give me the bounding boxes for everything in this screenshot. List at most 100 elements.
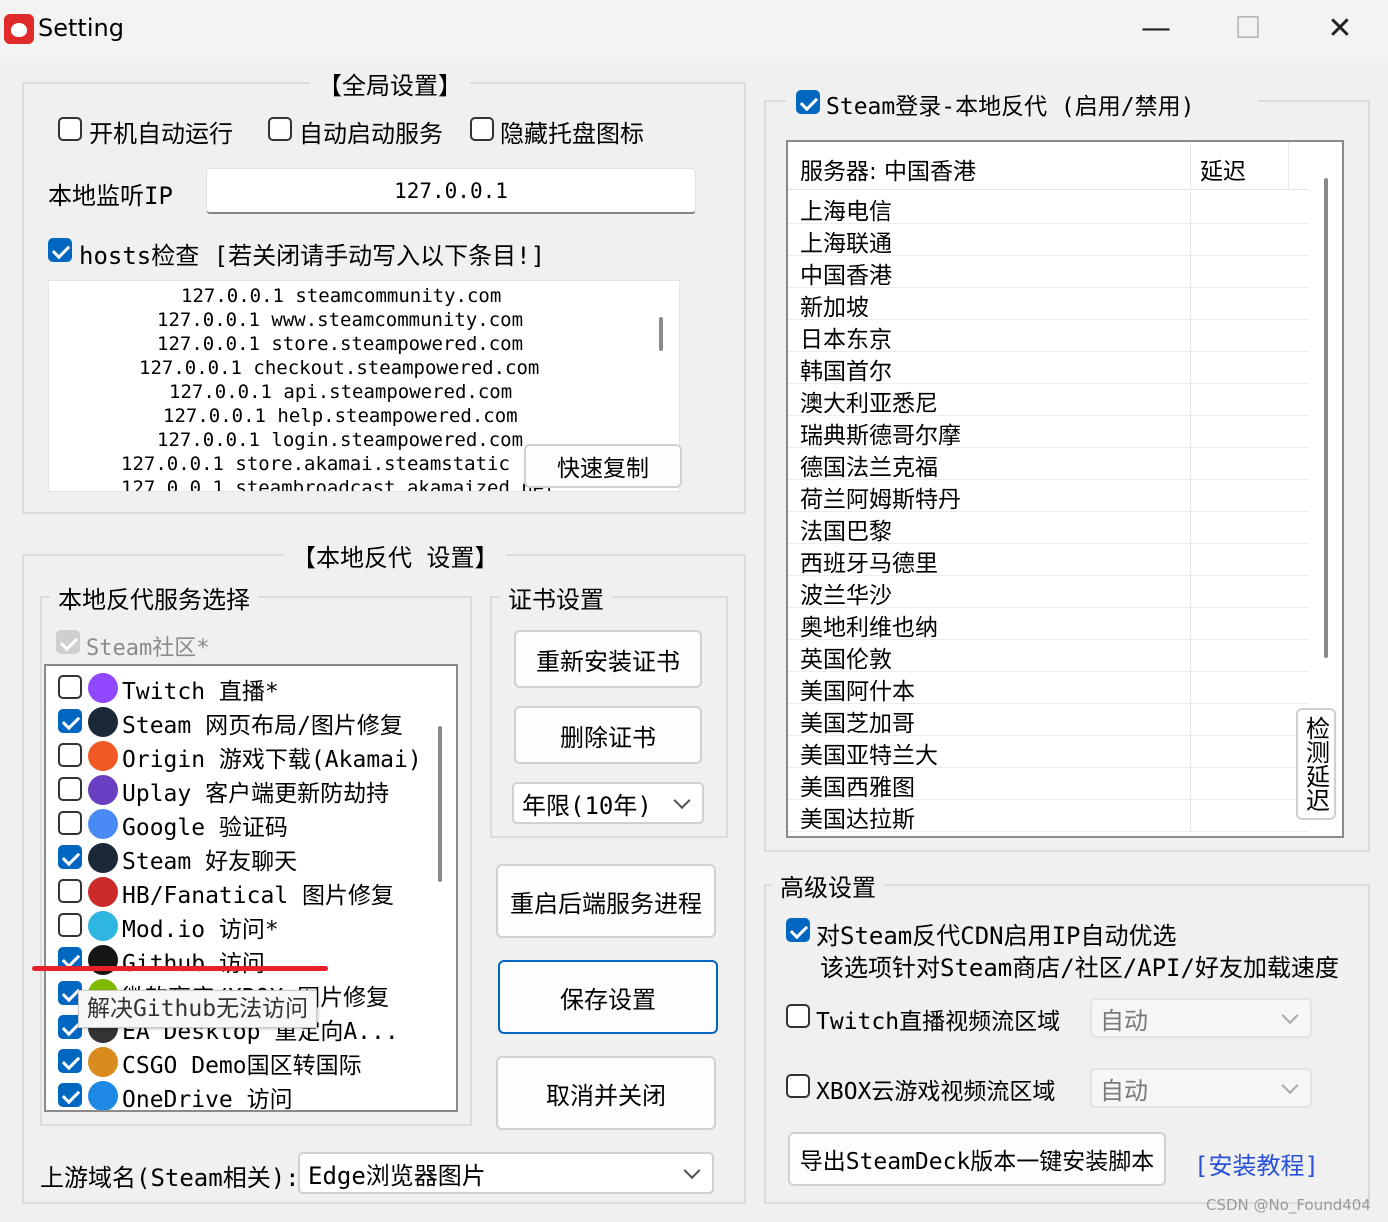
server-row[interactable]: 韩国首尔 [788,352,1308,385]
column-divider [1190,256,1191,287]
server-row[interactable]: 美国西雅图 [788,768,1308,801]
service-row[interactable]: HB/Fanatical 图片修复 [46,874,426,909]
service-row[interactable]: Uplay 客户端更新防劫持 [46,772,426,807]
minimize-button[interactable]: — [1134,8,1178,48]
steam-icon [88,707,118,737]
install-tutorial-link[interactable]: [安装教程] [1194,1146,1319,1181]
upstream-domain-value: Edge浏览器图片 [308,1161,486,1190]
detect-latency-button[interactable]: 检测延迟 [1296,708,1336,820]
server-row[interactable]: 日本东京 [788,320,1308,353]
server-row[interactable]: 美国阿什本 [788,672,1308,705]
server-row[interactable]: 新加坡 [788,288,1308,321]
save-settings-button[interactable]: 保存设置 [498,960,718,1034]
service-select-title: 本地反代服务选择 [50,580,258,615]
autostart-run-label: 开机自动运行 [89,120,233,148]
steam-icon [88,843,118,873]
quick-copy-button[interactable]: 快速复制 [524,444,682,488]
service-checkbox[interactable] [58,845,82,869]
server-table[interactable]: 服务器: 中国香港 延迟 上海电信 上海联通 中国香港 新加坡 日本东京韩国首尔 澳大利亚… [786,140,1344,838]
server-row[interactable]: 美国达拉斯 [788,800,1308,833]
service-checkbox[interactable] [58,879,82,903]
server-row[interactable]: 西班牙马德里 [788,544,1308,577]
export-script-button[interactable]: 导出SteamDeck版本一键安装脚本 [788,1132,1166,1186]
restart-backend-button[interactable]: 重启后端服务进程 [496,864,716,938]
column-divider [1190,320,1191,351]
server-row[interactable]: 上海电信 [788,192,1308,225]
cancel-close-button[interactable]: 取消并关闭 [496,1056,716,1130]
server-row[interactable]: 英国伦敦 [788,640,1308,673]
service-checkbox[interactable] [58,743,82,767]
delete-cert-button[interactable]: 删除证书 [514,706,702,764]
server-row[interactable]: 澳大利亚悉尼 [788,384,1308,417]
steam-login-checkbox[interactable] [796,90,820,114]
hosts-line: 127.0.0.1 steambroadcast.akamaized.net [121,477,556,492]
column-divider [1190,224,1191,255]
service-row[interactable]: CSGO Demo国区转国际 [46,1044,426,1079]
service-checkbox[interactable] [58,1083,82,1107]
hide-tray-checkbox[interactable] [470,117,494,141]
xbox-region-value: 自动 [1100,1076,1148,1105]
server-row[interactable]: 奥地利维也纳 [788,608,1308,641]
service-label: Steam 好友聊天 [122,849,298,875]
server-row[interactable]: 上海联通 [788,224,1308,257]
twitch-region-checkbox[interactable] [786,1004,810,1028]
server-row[interactable]: 法国巴黎 [788,512,1308,545]
server-name: 韩国首尔 [800,359,892,385]
cert-years-select[interactable]: 年限(10年) [512,782,704,824]
column-divider [1190,736,1191,767]
server-name: 美国西雅图 [800,775,915,801]
twitch-region-value: 自动 [1100,1006,1148,1035]
window-title: Setting [38,14,124,42]
server-row[interactable]: 荷兰阿姆斯特丹 [788,480,1308,513]
service-row[interactable]: Twitch 直播* [46,670,426,705]
autostart-service-label: 自动启动服务 [299,120,443,148]
upstream-domain-select[interactable]: Edge浏览器图片 [298,1152,714,1194]
server-row[interactable]: 德国法兰克福 [788,448,1308,481]
column-divider [1190,448,1191,479]
service-label: Origin 游戏下载(Akamai) [122,747,422,773]
service-row[interactable]: Google 验证码 [46,806,426,841]
close-button[interactable]: ✕ [1318,8,1362,48]
hide-tray-label: 隐藏托盘图标 [500,120,644,148]
listen-ip-input[interactable]: 127.0.0.1 [206,168,696,214]
server-row[interactable]: 波兰华沙 [788,576,1308,609]
cdn-auto-checkbox[interactable] [786,918,810,942]
autostart-run-checkbox[interactable] [58,117,82,141]
reinstall-cert-button[interactable]: 重新安装证书 [514,630,702,688]
server-table-scrollbar[interactable] [1324,178,1328,658]
service-label: Github 访问 [122,951,265,977]
hosts-check-checkbox[interactable] [48,238,72,262]
service-checkbox[interactable] [58,709,82,733]
header-latency[interactable]: 延迟 [1200,152,1246,186]
service-list-scrollbar[interactable] [438,726,442,882]
service-row[interactable]: Steam 网页布局/图片修复 [46,704,426,739]
service-row[interactable]: OneDrive 访问 [46,1078,426,1110]
server-row[interactable]: 中国香港 [788,256,1308,289]
service-row[interactable]: Mod.io 访问* [46,908,426,943]
column-divider [1190,704,1191,735]
hosts-scrollbar[interactable] [659,317,663,351]
chevron-down-icon [683,1162,701,1180]
service-checkbox[interactable] [58,913,82,937]
server-name: 美国阿什本 [800,679,915,705]
server-row[interactable]: 美国芝加哥 [788,704,1308,737]
header-server[interactable]: 服务器: 中国香港 [800,152,976,186]
twitch-icon [88,673,118,703]
service-label: CSGO Demo国区转国际 [122,1053,362,1079]
service-checkbox[interactable] [58,811,82,835]
service-checkbox[interactable] [58,1049,82,1073]
service-checkbox[interactable] [58,777,82,801]
service-row[interactable]: Steam 好友聊天 [46,840,426,875]
column-divider [1190,192,1191,223]
autostart-service-checkbox[interactable] [268,117,292,141]
twitch-region-select: 自动 [1090,998,1312,1038]
service-row[interactable]: Origin 游戏下载(Akamai) [46,738,426,773]
xbox-region-checkbox[interactable] [786,1074,810,1098]
server-table-header: 服务器: 中国香港 延迟 [788,142,1308,190]
server-row[interactable]: 瑞典斯德哥尔摩 [788,416,1308,449]
service-checkbox[interactable] [58,675,82,699]
server-name: 美国达拉斯 [800,807,915,833]
server-row[interactable]: 美国亚特兰大 [788,736,1308,769]
service-list[interactable]: Twitch 直播* Steam 网页布局/图片修复 Origin 游戏下载(Aka… [44,664,458,1112]
service-label: Google 验证码 [122,815,288,841]
